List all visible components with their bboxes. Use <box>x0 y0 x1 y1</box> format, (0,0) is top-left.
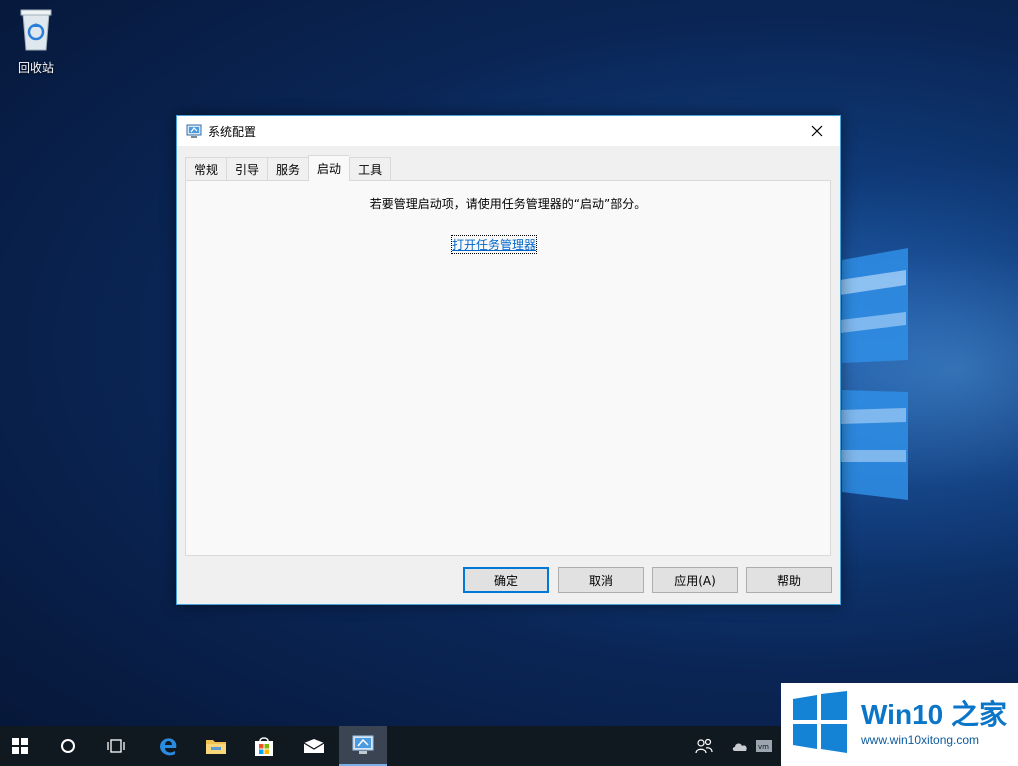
svg-text:vm: vm <box>758 743 769 751</box>
title-bar[interactable]: 系统配置 <box>177 116 840 146</box>
msconfig-taskbar-icon <box>352 735 374 754</box>
apply-button[interactable]: 应用(A) <box>652 567 738 593</box>
onedrive-icon <box>732 743 747 751</box>
win10-watermark-logo <box>793 691 847 753</box>
tab-general[interactable]: 常规 <box>185 157 227 181</box>
watermark: Win10 之家 www.win10xitong.com <box>781 683 1018 766</box>
dialog-title: 系统配置 <box>208 124 257 139</box>
tab-startup[interactable]: 启动 <box>308 155 350 181</box>
people-icon <box>695 738 713 754</box>
task-view-icon <box>107 739 125 753</box>
recycle-bin-icon <box>20 9 52 51</box>
start-button[interactable] <box>0 726 40 766</box>
edge-icon <box>160 738 177 756</box>
tab-services[interactable]: 服务 <box>267 157 309 181</box>
msconfig-icon <box>186 124 202 138</box>
vmware-tray-button[interactable]: vm <box>754 726 774 766</box>
recycle-bin[interactable]: 回收站 <box>8 6 64 76</box>
msconfig-taskbar-button[interactable] <box>339 726 387 766</box>
cortana-button[interactable] <box>48 726 88 766</box>
mail-button[interactable] <box>292 726 336 766</box>
startup-message: 若要管理启动项，请使用任务管理器的“启动”部分。 <box>369 197 647 211</box>
onedrive-tray-button[interactable] <box>728 726 752 766</box>
vmware-icon: vm <box>756 740 772 752</box>
open-task-manager-link[interactable]: 打开任务管理器 <box>450 235 538 254</box>
start-icon <box>12 738 28 754</box>
watermark-url: www.win10xitong.com <box>861 733 980 747</box>
tab-boot[interactable]: 引导 <box>226 157 268 181</box>
close-icon <box>811 125 823 137</box>
tab-strip: 常规 引导 服务 启动 工具 <box>185 155 392 181</box>
tab-tools[interactable]: 工具 <box>349 157 392 181</box>
store-icon <box>255 737 273 756</box>
edge-button[interactable] <box>146 726 190 766</box>
help-button[interactable]: 帮助 <box>746 567 832 593</box>
people-button[interactable] <box>692 726 716 766</box>
store-button[interactable] <box>242 726 286 766</box>
watermark-brand: Win10 之家 <box>861 699 1007 730</box>
close-button[interactable] <box>794 116 840 146</box>
cortana-icon <box>61 739 75 753</box>
file-explorer-button[interactable] <box>194 726 238 766</box>
system-config-dialog: 系统配置 常规 引导 服务 启动 工具 若要管理启动项，请使用任务管理器的“启动… <box>176 115 841 605</box>
mail-icon <box>303 739 325 753</box>
recycle-bin-label: 回收站 <box>17 61 54 75</box>
ok-button[interactable]: 确定 <box>463 567 549 593</box>
file-explorer-icon <box>206 740 226 754</box>
cancel-button[interactable]: 取消 <box>558 567 644 593</box>
startup-panel: 若要管理启动项，请使用任务管理器的“启动”部分。 打开任务管理器 <box>185 180 831 556</box>
task-view-button[interactable] <box>96 726 136 766</box>
